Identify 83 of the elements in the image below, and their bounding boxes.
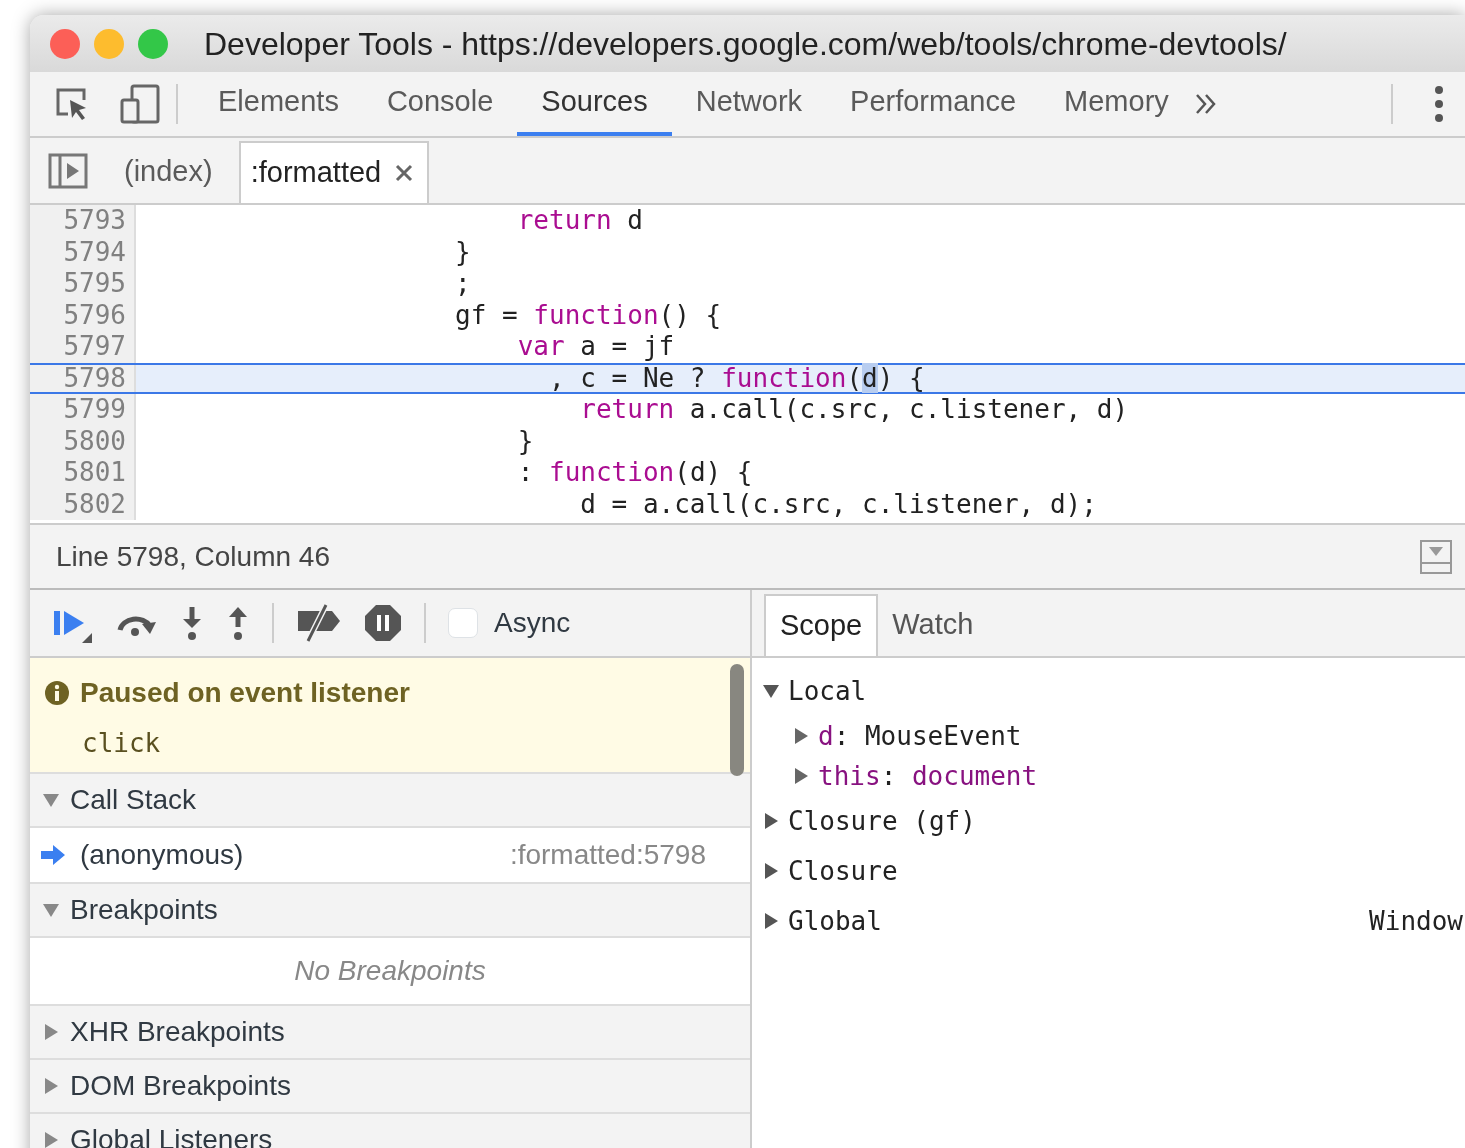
- navigator-toggle-icon[interactable]: [48, 152, 88, 189]
- section-header[interactable]: Call Stack: [30, 774, 750, 828]
- code-line: return d: [516, 205, 643, 237]
- line-number: 5794: [30, 236, 136, 268]
- sidebar-tab[interactable]: Watch: [878, 594, 988, 656]
- collapsed-triangle-icon[interactable]: [42, 1131, 60, 1148]
- property-text: this: document: [818, 759, 1038, 793]
- scope-name: Closure: [788, 854, 898, 888]
- section-title: DOM Breakpoints: [70, 1069, 291, 1103]
- scope-name: Closure (gf): [788, 804, 976, 838]
- frame-name: (anonymous): [80, 838, 244, 872]
- info-icon: [44, 680, 70, 706]
- code-line: gf = function() {: [454, 299, 722, 331]
- collapsed-triangle-icon[interactable]: [762, 912, 780, 930]
- line-number: 5799: [30, 394, 136, 426]
- code-line: : function(d) {: [516, 457, 753, 489]
- line-number: 5802: [30, 488, 136, 520]
- pause-on-exceptions-icon[interactable]: [364, 604, 402, 642]
- section-header[interactable]: Breakpoints: [30, 884, 750, 938]
- section-header[interactable]: XHR Breakpoints: [30, 1006, 750, 1060]
- scrollbar-thumb[interactable]: [730, 664, 744, 776]
- scope-row[interactable]: Closure: [752, 846, 1465, 896]
- section-title: Breakpoints: [70, 893, 218, 927]
- panel-tab[interactable]: Sources: [517, 72, 672, 136]
- code-line: }: [516, 425, 534, 457]
- panel-tab[interactable]: Elements: [194, 72, 363, 136]
- code-line: return a.call(c.src, c.listener, d): [579, 394, 1129, 426]
- code-line: d = a.call(c.src, c.listener, d);: [579, 488, 1097, 520]
- async-label: Async: [494, 606, 571, 640]
- empty-message: No Breakpoints: [294, 954, 486, 988]
- paused-title: Paused on event listener: [80, 676, 410, 710]
- deactivate-breakpoints-icon[interactable]: [296, 603, 342, 643]
- line-number: 5798: [30, 364, 136, 392]
- section-header[interactable]: DOM Breakpoints: [30, 1060, 750, 1114]
- property-row[interactable]: this: document: [752, 756, 1465, 796]
- scope-name: Global: [788, 904, 882, 938]
- line-number: 5793: [30, 205, 136, 237]
- panel-tab[interactable]: Console: [362, 72, 518, 136]
- line-number: 5797: [30, 331, 136, 363]
- arrow-icon: [40, 844, 66, 866]
- scope-row[interactable]: Closure (gf): [752, 796, 1465, 846]
- file-tab[interactable]: :formatted: [238, 141, 430, 203]
- line-number: 5800: [30, 425, 136, 457]
- async-checkbox[interactable]: [448, 608, 478, 638]
- step-out-icon[interactable]: [226, 605, 250, 641]
- panel-tab[interactable]: Memory: [1040, 72, 1193, 136]
- collapsed-triangle-icon[interactable]: [42, 1023, 60, 1041]
- expanded-triangle-icon[interactable]: [42, 901, 60, 919]
- cursor-position: Line 5798, Column 46: [56, 539, 330, 574]
- code-line: var a = jf: [516, 331, 675, 363]
- collapsed-triangle-icon[interactable]: [762, 812, 780, 830]
- scope-row[interactable]: Global Window: [752, 896, 1465, 946]
- collapsed-triangle-icon[interactable]: [792, 727, 810, 745]
- line-number: 5801: [30, 457, 136, 489]
- sidebar-tab[interactable]: Scope: [764, 594, 879, 656]
- paused-reason: click: [82, 727, 162, 760]
- section-title: Call Stack: [70, 783, 197, 817]
- close-icon[interactable]: [395, 164, 414, 182]
- collapsed-triangle-icon[interactable]: [42, 1077, 60, 1095]
- section-title: XHR Breakpoints: [70, 1015, 285, 1049]
- frame-location: :formatted:5798: [509, 838, 706, 872]
- code-line: ;: [454, 268, 471, 300]
- property-text: d: MouseEvent: [818, 719, 1022, 753]
- expanded-triangle-icon[interactable]: [762, 682, 780, 700]
- scope-name: Local: [788, 674, 867, 708]
- collapsed-triangle-icon[interactable]: [792, 767, 810, 785]
- more-menu-icon[interactable]: [1433, 84, 1445, 124]
- property-row[interactable]: d: MouseEvent: [752, 716, 1465, 756]
- window-title: Developer Tools - https://developers.google.com/web/tools/chrome-devtools/: [204, 24, 1287, 64]
- file-tab[interactable]: (index): [98, 141, 239, 203]
- expanded-triangle-icon[interactable]: [42, 791, 60, 809]
- device-icon[interactable]: [120, 84, 160, 124]
- panel-tab[interactable]: Performance: [826, 72, 1041, 136]
- line-number: 5795: [30, 268, 136, 300]
- line-number: 5796: [30, 299, 136, 331]
- scope-row[interactable]: Local: [752, 666, 1465, 716]
- collapsed-triangle-icon[interactable]: [762, 862, 780, 880]
- toggle-drawer-icon[interactable]: [1419, 538, 1453, 575]
- highlighted-code-line: , c = Ne ? function(d) {: [548, 364, 925, 392]
- call-frame[interactable]: (anonymous) :formatted:5798: [30, 828, 750, 884]
- code-line: }: [454, 236, 471, 268]
- scope-value: Window: [1369, 904, 1463, 938]
- panel-tab[interactable]: Network: [671, 72, 827, 136]
